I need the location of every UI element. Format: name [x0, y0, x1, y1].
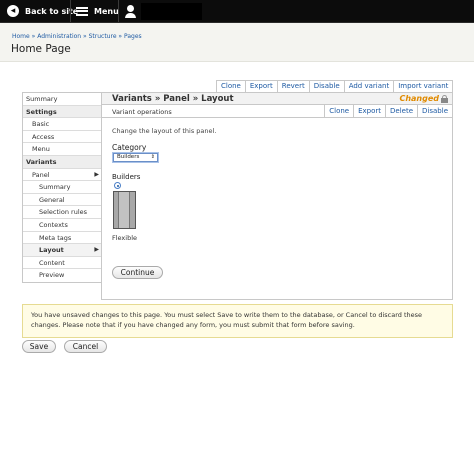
builders-label: Builders: [112, 173, 141, 181]
panel-description: Change the layout of this panel.: [112, 127, 217, 135]
save-button[interactable]: Save: [22, 340, 56, 353]
nav-item-general[interactable]: General: [23, 194, 101, 207]
nav-item-label: Content: [39, 258, 65, 267]
user-icon: [125, 4, 136, 18]
variant-op-delete-button[interactable]: Delete: [386, 105, 419, 117]
nav-item-label: Panel: [32, 170, 50, 179]
unsaved-changes-message: You have unsaved changes to this page. Y…: [22, 304, 453, 338]
breadcrumb[interactable]: Home » Administration » Structure » Page…: [12, 33, 142, 40]
redacted-username: [141, 3, 202, 20]
toolbar-divider: [70, 0, 71, 22]
flexible-layout-label: Flexible: [112, 234, 138, 242]
back-to-site-link[interactable]: ◂ Back to site: [7, 0, 78, 22]
nav-item-label: Contexts: [39, 220, 68, 229]
nav-item-label: Variants: [26, 157, 57, 166]
changed-status: Changed: [399, 94, 448, 103]
nav-item-variants[interactable]: Variants: [23, 155, 101, 169]
nav-item-menu[interactable]: Menu: [23, 143, 101, 156]
nav-item-summary[interactable]: Summary: [23, 93, 101, 106]
cancel-button[interactable]: Cancel: [64, 340, 107, 353]
back-arrow-icon: ◂: [7, 5, 19, 17]
nav-item-settings[interactable]: Settings: [23, 105, 101, 119]
panel-title: Variants » Panel » Layout: [112, 94, 234, 104]
continue-button[interactable]: Continue: [112, 266, 163, 279]
admin-toolbar: ◂ Back to site Menu: [0, 0, 474, 23]
flexible-layout-radio[interactable]: [114, 182, 121, 189]
nav-item-label: Selection rules: [39, 208, 88, 217]
chevron-right-icon: ▶: [94, 246, 99, 254]
nav-item-label: Basic: [32, 120, 50, 129]
nav-item-label: Preview: [39, 271, 65, 280]
nav-item-layout[interactable]: Layout ▶: [23, 244, 101, 257]
nav-item-label: Menu: [32, 145, 50, 154]
category-label: Category: [112, 143, 147, 152]
nav-item-selection-rules[interactable]: Selection rules: [23, 206, 101, 219]
chevron-down-icon: ⇕: [150, 154, 155, 160]
nav-item-meta-tags[interactable]: Meta tags: [23, 232, 101, 245]
menu-label: Menu: [94, 6, 119, 16]
category-select-value: Builders: [117, 154, 140, 160]
variant-op-export-button[interactable]: Export: [354, 105, 387, 117]
nav-item-label: General: [39, 195, 65, 204]
page-op-revert-button[interactable]: Revert: [277, 81, 310, 92]
page-op-clone-button[interactable]: Clone: [217, 81, 246, 92]
page-title: Home Page: [11, 43, 71, 55]
hamburger-icon: [76, 6, 88, 16]
category-select[interactable]: Builders ⇕: [113, 153, 158, 162]
menu-button[interactable]: Menu: [76, 0, 119, 22]
page-op-export-button[interactable]: Export: [245, 81, 278, 92]
page-op-import-variant-button[interactable]: Import variant: [394, 81, 454, 92]
nav-item-label: Meta tags: [39, 233, 72, 242]
nav-item-content[interactable]: Content: [23, 257, 101, 270]
nav-item-preview[interactable]: Preview: [23, 269, 101, 282]
variant-operations-label: Variant operations: [112, 108, 172, 116]
flexible-layout-thumbnail[interactable]: [113, 191, 136, 229]
nav-item-label: Layout: [39, 246, 64, 255]
page-operations: Clone Export Revert Disable Add variant Impor…: [216, 80, 454, 92]
user-button[interactable]: [125, 0, 136, 22]
nav-item-basic[interactable]: Basic: [23, 118, 101, 131]
layout-panel: Variants » Panel » Layout Changed Varian…: [101, 92, 453, 300]
variant-operations: Clone Export Delete Disable: [324, 104, 453, 117]
nav-item-summary[interactable]: Summary: [23, 181, 101, 194]
toolbar-divider: [118, 0, 119, 22]
changed-label: Changed: [399, 94, 439, 103]
page-manager-nav: Summary Settings Basic Access Menu Variants Pa…: [22, 92, 101, 283]
nav-item-panel[interactable]: Panel ▶: [23, 169, 101, 182]
page-header: Home » Administration » Structure » Page…: [0, 23, 474, 62]
variant-op-disable-button[interactable]: Disable: [418, 105, 453, 117]
nav-item-contexts[interactable]: Contexts: [23, 219, 101, 232]
chevron-right-icon: ▶: [94, 170, 99, 178]
nav-item-access[interactable]: Access: [23, 131, 101, 144]
page-op-disable-button[interactable]: Disable: [309, 81, 345, 92]
nav-item-label: Settings: [26, 107, 57, 116]
nav-item-label: Summary: [39, 183, 71, 192]
page-op-add-variant-button[interactable]: Add variant: [344, 81, 395, 92]
variant-op-clone-button[interactable]: Clone: [325, 105, 355, 117]
lock-icon: [441, 94, 448, 103]
nav-item-label: Summary: [26, 95, 58, 103]
variant-operations-bar: Variant operations Clone Export Delete Disa…: [102, 104, 453, 118]
nav-item-label: Access: [32, 132, 55, 141]
